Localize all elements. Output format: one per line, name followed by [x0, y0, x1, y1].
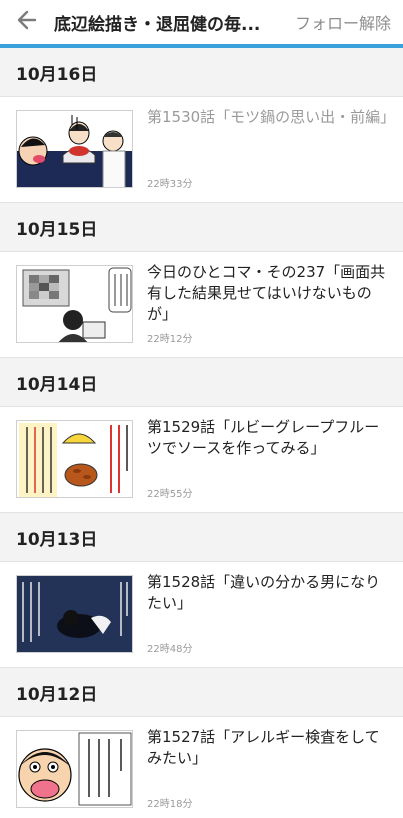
entry-time: 22時48分 [147, 644, 193, 655]
feed-entry[interactable]: 第1530話「モツ鍋の思い出・前編」 22時33分 [0, 97, 403, 203]
arrow-left-icon [15, 8, 39, 36]
comic-thumbnail [16, 730, 133, 808]
entry-title: 第1528話「違いの分かる男になりたい」 [147, 573, 381, 612]
entry-time: 22時12分 [147, 334, 193, 345]
feed-entry[interactable]: 第1527話「アレルギー検査をしてみたい」 22時18分 [0, 717, 403, 818]
date-header: 10月12日 [0, 668, 403, 717]
feed-entry[interactable]: 第1528話「違いの分かる男になりたい」 22時48分 [0, 562, 403, 668]
comic-thumbnail [16, 575, 133, 653]
entry-title: 第1527話「アレルギー検査をしてみたい」 [147, 728, 380, 767]
entry-time: 22時18分 [147, 799, 193, 810]
entry-time: 22時55分 [147, 489, 193, 500]
date-header: 10月16日 [0, 48, 403, 97]
comic-thumbnail [16, 110, 133, 188]
comic-thumbnail [16, 265, 133, 343]
date-header: 10月14日 [0, 358, 403, 407]
back-button[interactable] [0, 0, 54, 44]
entry-title: 今日のひとコマ・その237「画面共有した結果見せてはいけないものが」 [147, 263, 386, 323]
page-title: 底辺絵描き・退屈健の毎... [54, 14, 261, 35]
entry-title: 第1530話「モツ鍋の思い出・前編」 [147, 108, 396, 126]
feed-entry[interactable]: 第1529話「ルビーグレープフルーツでソースを作ってみる」 22時55分 [0, 407, 403, 513]
feed-list: 10月16日 第1530話「モツ鍋の思い出・前編」 22時33分 10月15日 [0, 48, 403, 818]
entry-time: 22時33分 [147, 179, 193, 190]
date-header: 10月15日 [0, 203, 403, 252]
feed-entry[interactable]: 今日のひとコマ・その237「画面共有した結果見せてはいけないものが」 22時12… [0, 252, 403, 358]
date-header: 10月13日 [0, 513, 403, 562]
app-bar: 底辺絵描き・退屈健の毎... フォロー解除 [0, 0, 403, 44]
comic-thumbnail [16, 420, 133, 498]
unfollow-button[interactable]: フォロー解除 [295, 10, 403, 34]
entry-title: 第1529話「ルビーグレープフルーツでソースを作ってみる」 [147, 418, 380, 457]
